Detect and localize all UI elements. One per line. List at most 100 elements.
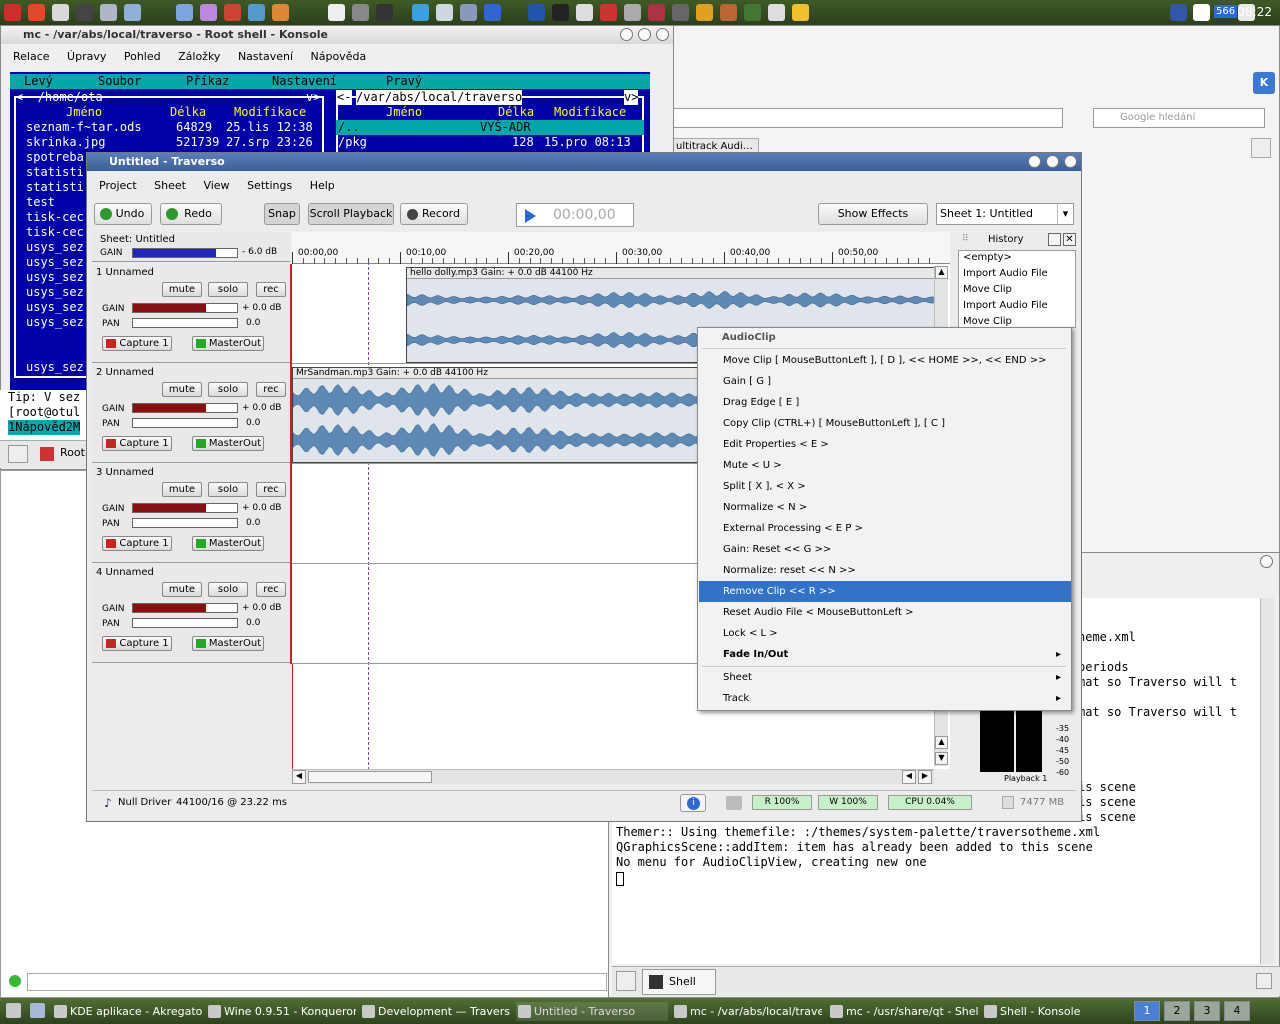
rec-button[interactable]: rec [256,482,286,497]
context-menu-item[interactable]: Lock < L > [699,623,1071,644]
desktop-button[interactable]: 2 [1164,1001,1190,1021]
context-menu-item[interactable]: Normalize < N > [699,497,1071,518]
launcher-icon[interactable] [200,4,217,21]
scroll-right-icon[interactable]: ▶ [918,770,932,784]
context-menu-item[interactable]: Gain: Reset << G >> [699,539,1071,560]
undo-button[interactable]: Undo [94,203,152,225]
menu-nastaveni[interactable]: Nastavení [238,50,293,63]
launcher-icon[interactable] [696,4,713,21]
scroll-up-icon[interactable]: ▲ [935,736,948,749]
close-icon[interactable]: ✕ [1063,233,1076,246]
maximize-icon[interactable] [638,28,651,41]
left-file-name[interactable]: usys_sez [26,300,84,315]
scroll-left-icon[interactable]: ◀ [902,770,916,784]
master-bus-button[interactable]: MasterOut [192,636,264,651]
solo-button[interactable]: solo [208,482,248,497]
left-file-name[interactable]: usys_sez [26,315,84,330]
launcher-icon[interactable] [328,4,345,21]
left-file-name[interactable]: statisti [26,165,84,180]
menu-settings[interactable]: Settings [247,179,292,192]
k-menu-icon[interactable] [4,4,21,21]
scroll-up-icon[interactable]: ▲ [935,266,948,279]
record-button[interactable]: Record [400,203,468,225]
sheet-select[interactable]: Sheet 1: Untitled ▾ [936,203,1074,225]
scroll-down-icon[interactable]: ▼ [935,752,948,765]
show-effects-button[interactable]: Show Effects [818,203,928,225]
gain-slider[interactable] [132,303,238,313]
history-item[interactable]: Import Audio File [963,300,1048,311]
left-file-name[interactable]: usys_sez [26,285,84,300]
menu-sheet[interactable]: Sheet [154,179,186,192]
left-file-name[interactable]: tisk-cec [26,210,84,225]
close-icon[interactable] [656,28,669,41]
maximize-icon[interactable] [1046,155,1059,168]
pan-slider[interactable] [132,618,238,628]
launcher-icon[interactable] [460,4,477,21]
task-button[interactable]: mc - /usr/share/qt - Shell - [828,1002,978,1021]
terminal-scrollbar[interactable] [1260,598,1274,964]
network-icon[interactable] [1170,4,1187,21]
master-bus-button[interactable]: MasterOut [192,336,264,351]
rec-button[interactable]: rec [256,582,286,597]
task-button[interactable]: Development — Traverso [360,1002,510,1021]
task-button[interactable]: Untitled - Traverso [516,1002,668,1021]
capture-bus-button[interactable]: Capture 1 [102,536,172,551]
redo-button[interactable]: Redo [160,203,222,225]
timeline-ruler[interactable]: 00:00,00 00:10,00 00:20,00 00:30,00 00:40,00… [292,232,950,264]
history-item[interactable]: Import Audio File [963,268,1048,279]
context-menu-item[interactable]: Track ▸ [699,688,1071,709]
launcher-icon[interactable] [484,4,501,21]
scroll-left-icon[interactable]: ◀ [292,770,306,784]
master-bus-button[interactable]: MasterOut [192,436,264,451]
context-menu-item[interactable]: External Processing < E P > [699,518,1071,539]
skype-icon[interactable] [412,4,429,21]
kopete-icon[interactable] [1193,4,1210,21]
context-menu-item[interactable]: Fade In/Out ▸ [699,644,1071,665]
window-titlebar[interactable]: mc - /var/abs/local/traverso - Root shel… [1,26,673,44]
launcher-icon[interactable] [768,4,785,21]
info-button[interactable]: i [680,794,706,812]
launcher-icon[interactable] [720,4,737,21]
menu-relace[interactable]: Relace [13,50,50,63]
pan-slider[interactable] [132,518,238,528]
fkeys-line[interactable]: 1Nápověd2M [8,420,81,435]
context-menu-item[interactable]: Edit Properties < E > [699,434,1071,455]
new-tab-icon[interactable] [8,445,28,463]
minimize-icon[interactable] [1028,155,1041,168]
launcher-icon[interactable] [352,4,369,21]
gain-slider[interactable] [132,403,238,413]
left-file-name[interactable]: usys_sez [26,270,84,285]
right-file-up[interactable]: /.. [338,120,360,135]
kmail-badge[interactable]: 566 [1214,5,1238,18]
play-cursor[interactable] [368,262,369,770]
menu-napoveda[interactable]: Nápověda [311,50,367,63]
launcher-icon[interactable] [744,4,761,21]
tab-shell[interactable]: Shell [642,969,716,995]
menu-view[interactable]: View [203,179,229,192]
window-list-icon[interactable] [52,4,69,21]
scroll-thumb[interactable] [308,771,432,783]
launcher-icon[interactable] [248,4,265,21]
solo-button[interactable]: solo [208,282,248,297]
search-input[interactable]: Google hledání [1093,108,1265,128]
mc-menu-prikaz[interactable]: Příkaz [186,74,229,89]
chevron-down-icon[interactable]: ▾ [1057,204,1073,224]
float-icon[interactable] [1048,233,1061,246]
context-menu-item[interactable]: Copy Clip (CTRL+) [ MouseButtonLeft ], [… [699,413,1071,434]
history-item[interactable]: <empty> [963,252,1012,263]
window-list-icon[interactable] [30,1003,45,1018]
pan-slider[interactable] [132,418,238,428]
mute-button[interactable]: mute [162,482,202,497]
menu-pohled[interactable]: Pohled [124,50,161,63]
window-titlebar[interactable]: Untitled - Traverso [87,153,1081,171]
rec-button[interactable]: rec [256,382,286,397]
task-button[interactable]: KDE aplikace - Akregator [52,1002,202,1021]
new-tab-icon[interactable] [616,971,636,991]
capture-bus-button[interactable]: Capture 1 [102,636,172,651]
mute-button[interactable]: mute [162,382,202,397]
capture-bus-button[interactable]: Capture 1 [102,436,172,451]
desktop-button[interactable]: 4 [1224,1001,1250,1021]
context-menu-item[interactable]: Reset Audio File < MouseButtonLeft > [699,602,1071,623]
left-file-name[interactable]: seznam-f~tar.ods [26,120,142,135]
close-icon[interactable] [1260,555,1273,568]
